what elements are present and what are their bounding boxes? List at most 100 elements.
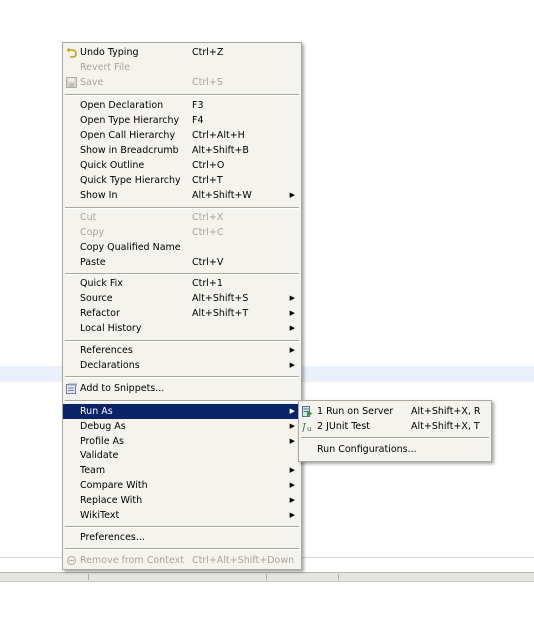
menu-item-remove-from-context[interactable]: Remove from Context Ctrl+Alt+Shift+Down <box>63 553 301 568</box>
menu-item-label: Save <box>80 77 104 88</box>
remove-context-icon <box>66 555 77 566</box>
submenu-arrow-icon: ▶ <box>289 324 295 332</box>
menu-item-label: Show in Breadcrumb <box>80 145 179 156</box>
menu-item-undo-typing[interactable]: Undo Typing Ctrl+Z <box>63 45 301 60</box>
menu-item-shortcut: Ctrl+O <box>192 160 225 171</box>
menu-item-copy[interactable]: Copy Ctrl+C <box>63 225 301 240</box>
menu-item-paste[interactable]: Paste Ctrl+V <box>63 255 301 270</box>
menu-item-label: Remove from Context <box>80 555 184 566</box>
menu-item-label: Local History <box>80 323 142 334</box>
submenu-item-junit-test[interactable]: J u 2 JUnit Test Alt+Shift+X, T <box>299 419 491 434</box>
menu-item-shortcut: Alt+Shift+T <box>192 308 249 319</box>
menu-item-label: Refactor <box>80 308 120 319</box>
menu-item-run-as[interactable]: Run As ▶ <box>63 404 301 419</box>
editor-context-menu: Undo Typing Ctrl+Z Revert File Save Ctrl… <box>62 42 302 570</box>
menu-item-label: Replace With <box>80 495 143 506</box>
junit-icon: J u <box>302 423 311 432</box>
menu-item-preferences[interactable]: Preferences... <box>63 530 301 545</box>
menu-item-label: Add to Snippets... <box>80 383 165 394</box>
run-on-server-icon <box>302 406 313 417</box>
menu-item-cut[interactable]: Cut Ctrl+X <box>63 210 301 225</box>
submenu-arrow-icon: ▶ <box>289 422 295 430</box>
menu-item-shortcut: Ctrl+Alt+H <box>192 130 245 141</box>
submenu-arrow-icon: ▶ <box>289 407 295 415</box>
submenu-item-run-on-server[interactable]: 1 Run on Server Alt+Shift+X, R <box>299 404 491 419</box>
menu-item-shortcut: Ctrl+X <box>192 212 224 223</box>
menu-item-profile-as[interactable]: Profile As ▶ <box>63 434 301 449</box>
menu-item-label: Undo Typing <box>80 47 139 58</box>
menu-item-wikitext[interactable]: WikiText ▶ <box>63 508 301 523</box>
menu-item-show-in[interactable]: Show In Alt+Shift+W ▶ <box>63 188 301 203</box>
menu-item-label: Copy <box>80 227 105 238</box>
menu-item-label: Cut <box>80 212 97 223</box>
menu-item-open-declaration[interactable]: Open Declaration F3 <box>63 98 301 113</box>
menu-separator <box>65 548 299 550</box>
submenu-arrow-icon: ▶ <box>289 309 295 317</box>
menu-item-references[interactable]: References ▶ <box>63 343 301 358</box>
menu-item-add-to-snippets[interactable]: Add to Snippets... <box>63 381 301 396</box>
menu-item-shortcut: Alt+Shift+S <box>192 293 249 304</box>
panel-tab-divider <box>88 574 89 580</box>
menu-item-label: References <box>80 345 133 356</box>
menu-item-label: Validate <box>80 450 119 461</box>
panel-tab-divider <box>266 574 267 580</box>
menu-item-quick-outline[interactable]: Quick Outline Ctrl+O <box>63 158 301 173</box>
menu-item-save[interactable]: Save Ctrl+S <box>63 75 301 90</box>
menu-item-label: Declarations <box>80 360 140 371</box>
menu-item-team[interactable]: Team ▶ <box>63 463 301 478</box>
menu-item-quick-type-hierarchy[interactable]: Quick Type Hierarchy Ctrl+T <box>63 173 301 188</box>
menu-item-compare-with[interactable]: Compare With ▶ <box>63 478 301 493</box>
menu-item-label: WikiText <box>80 510 120 521</box>
menu-item-open-call-hierarchy[interactable]: Open Call Hierarchy Ctrl+Alt+H <box>63 128 301 143</box>
bottom-panel-tab-bar <box>0 572 534 582</box>
menu-separator <box>65 526 299 528</box>
menu-item-debug-as[interactable]: Debug As ▶ <box>63 419 301 434</box>
undo-icon <box>66 47 77 58</box>
menu-item-label: Debug As <box>80 421 126 432</box>
menu-item-replace-with[interactable]: Replace With ▶ <box>63 493 301 508</box>
menu-item-shortcut: Alt+Shift+X, R <box>411 406 481 417</box>
menu-item-open-type-hierarchy[interactable]: Open Type Hierarchy F4 <box>63 113 301 128</box>
menu-item-label: Paste <box>80 257 106 268</box>
menu-separator <box>65 400 299 402</box>
menu-separator <box>65 94 299 96</box>
menu-item-shortcut: Ctrl+V <box>192 257 224 268</box>
menu-item-label: Compare With <box>80 480 148 491</box>
menu-item-shortcut: Ctrl+S <box>192 77 223 88</box>
menu-item-shortcut: Alt+Shift+X, T <box>411 421 480 432</box>
submenu-arrow-icon: ▶ <box>289 511 295 519</box>
snippets-icon <box>66 383 77 394</box>
menu-item-refactor[interactable]: Refactor Alt+Shift+T ▶ <box>63 306 301 321</box>
menu-item-label: Run Configurations... <box>317 444 417 455</box>
menu-item-declarations[interactable]: Declarations ▶ <box>63 358 301 373</box>
submenu-arrow-icon: ▶ <box>289 361 295 369</box>
save-icon <box>66 77 77 88</box>
menu-item-label: Run As <box>80 406 113 417</box>
submenu-arrow-icon: ▶ <box>289 496 295 504</box>
submenu-arrow-icon: ▶ <box>289 294 295 302</box>
menu-item-label: Team <box>80 465 106 476</box>
menu-item-source[interactable]: Source Alt+Shift+S ▶ <box>63 291 301 306</box>
submenu-item-run-configurations[interactable]: Run Configurations... <box>299 442 491 457</box>
menu-item-local-history[interactable]: Local History ▶ <box>63 321 301 336</box>
menu-item-label: 1 Run on Server <box>317 406 394 417</box>
menu-item-label: Show In <box>80 190 118 201</box>
menu-separator <box>301 437 489 439</box>
menu-item-shortcut: Ctrl+Alt+Shift+Down <box>192 555 295 566</box>
menu-item-revert-file[interactable]: Revert File <box>63 60 301 75</box>
menu-item-label: Quick Fix <box>80 278 123 289</box>
menu-item-show-in-breadcrumb[interactable]: Show in Breadcrumb Alt+Shift+B <box>63 143 301 158</box>
menu-item-quick-fix[interactable]: Quick Fix Ctrl+1 <box>63 276 301 291</box>
menu-item-label: Revert File <box>80 62 131 73</box>
menu-item-label: Quick Outline <box>80 160 145 171</box>
menu-item-label: Open Declaration <box>80 100 164 111</box>
menu-item-shortcut: Ctrl+Z <box>192 47 224 58</box>
menu-item-validate[interactable]: Validate <box>63 448 301 463</box>
menu-separator <box>65 207 299 209</box>
menu-item-shortcut: Ctrl+1 <box>192 278 223 289</box>
menu-item-label: Preferences... <box>80 532 145 543</box>
menu-item-shortcut: Ctrl+C <box>192 227 224 238</box>
menu-item-label: Open Call Hierarchy <box>80 130 176 141</box>
svg-text:u: u <box>307 425 311 432</box>
menu-item-copy-qualified-name[interactable]: Copy Qualified Name <box>63 240 301 255</box>
